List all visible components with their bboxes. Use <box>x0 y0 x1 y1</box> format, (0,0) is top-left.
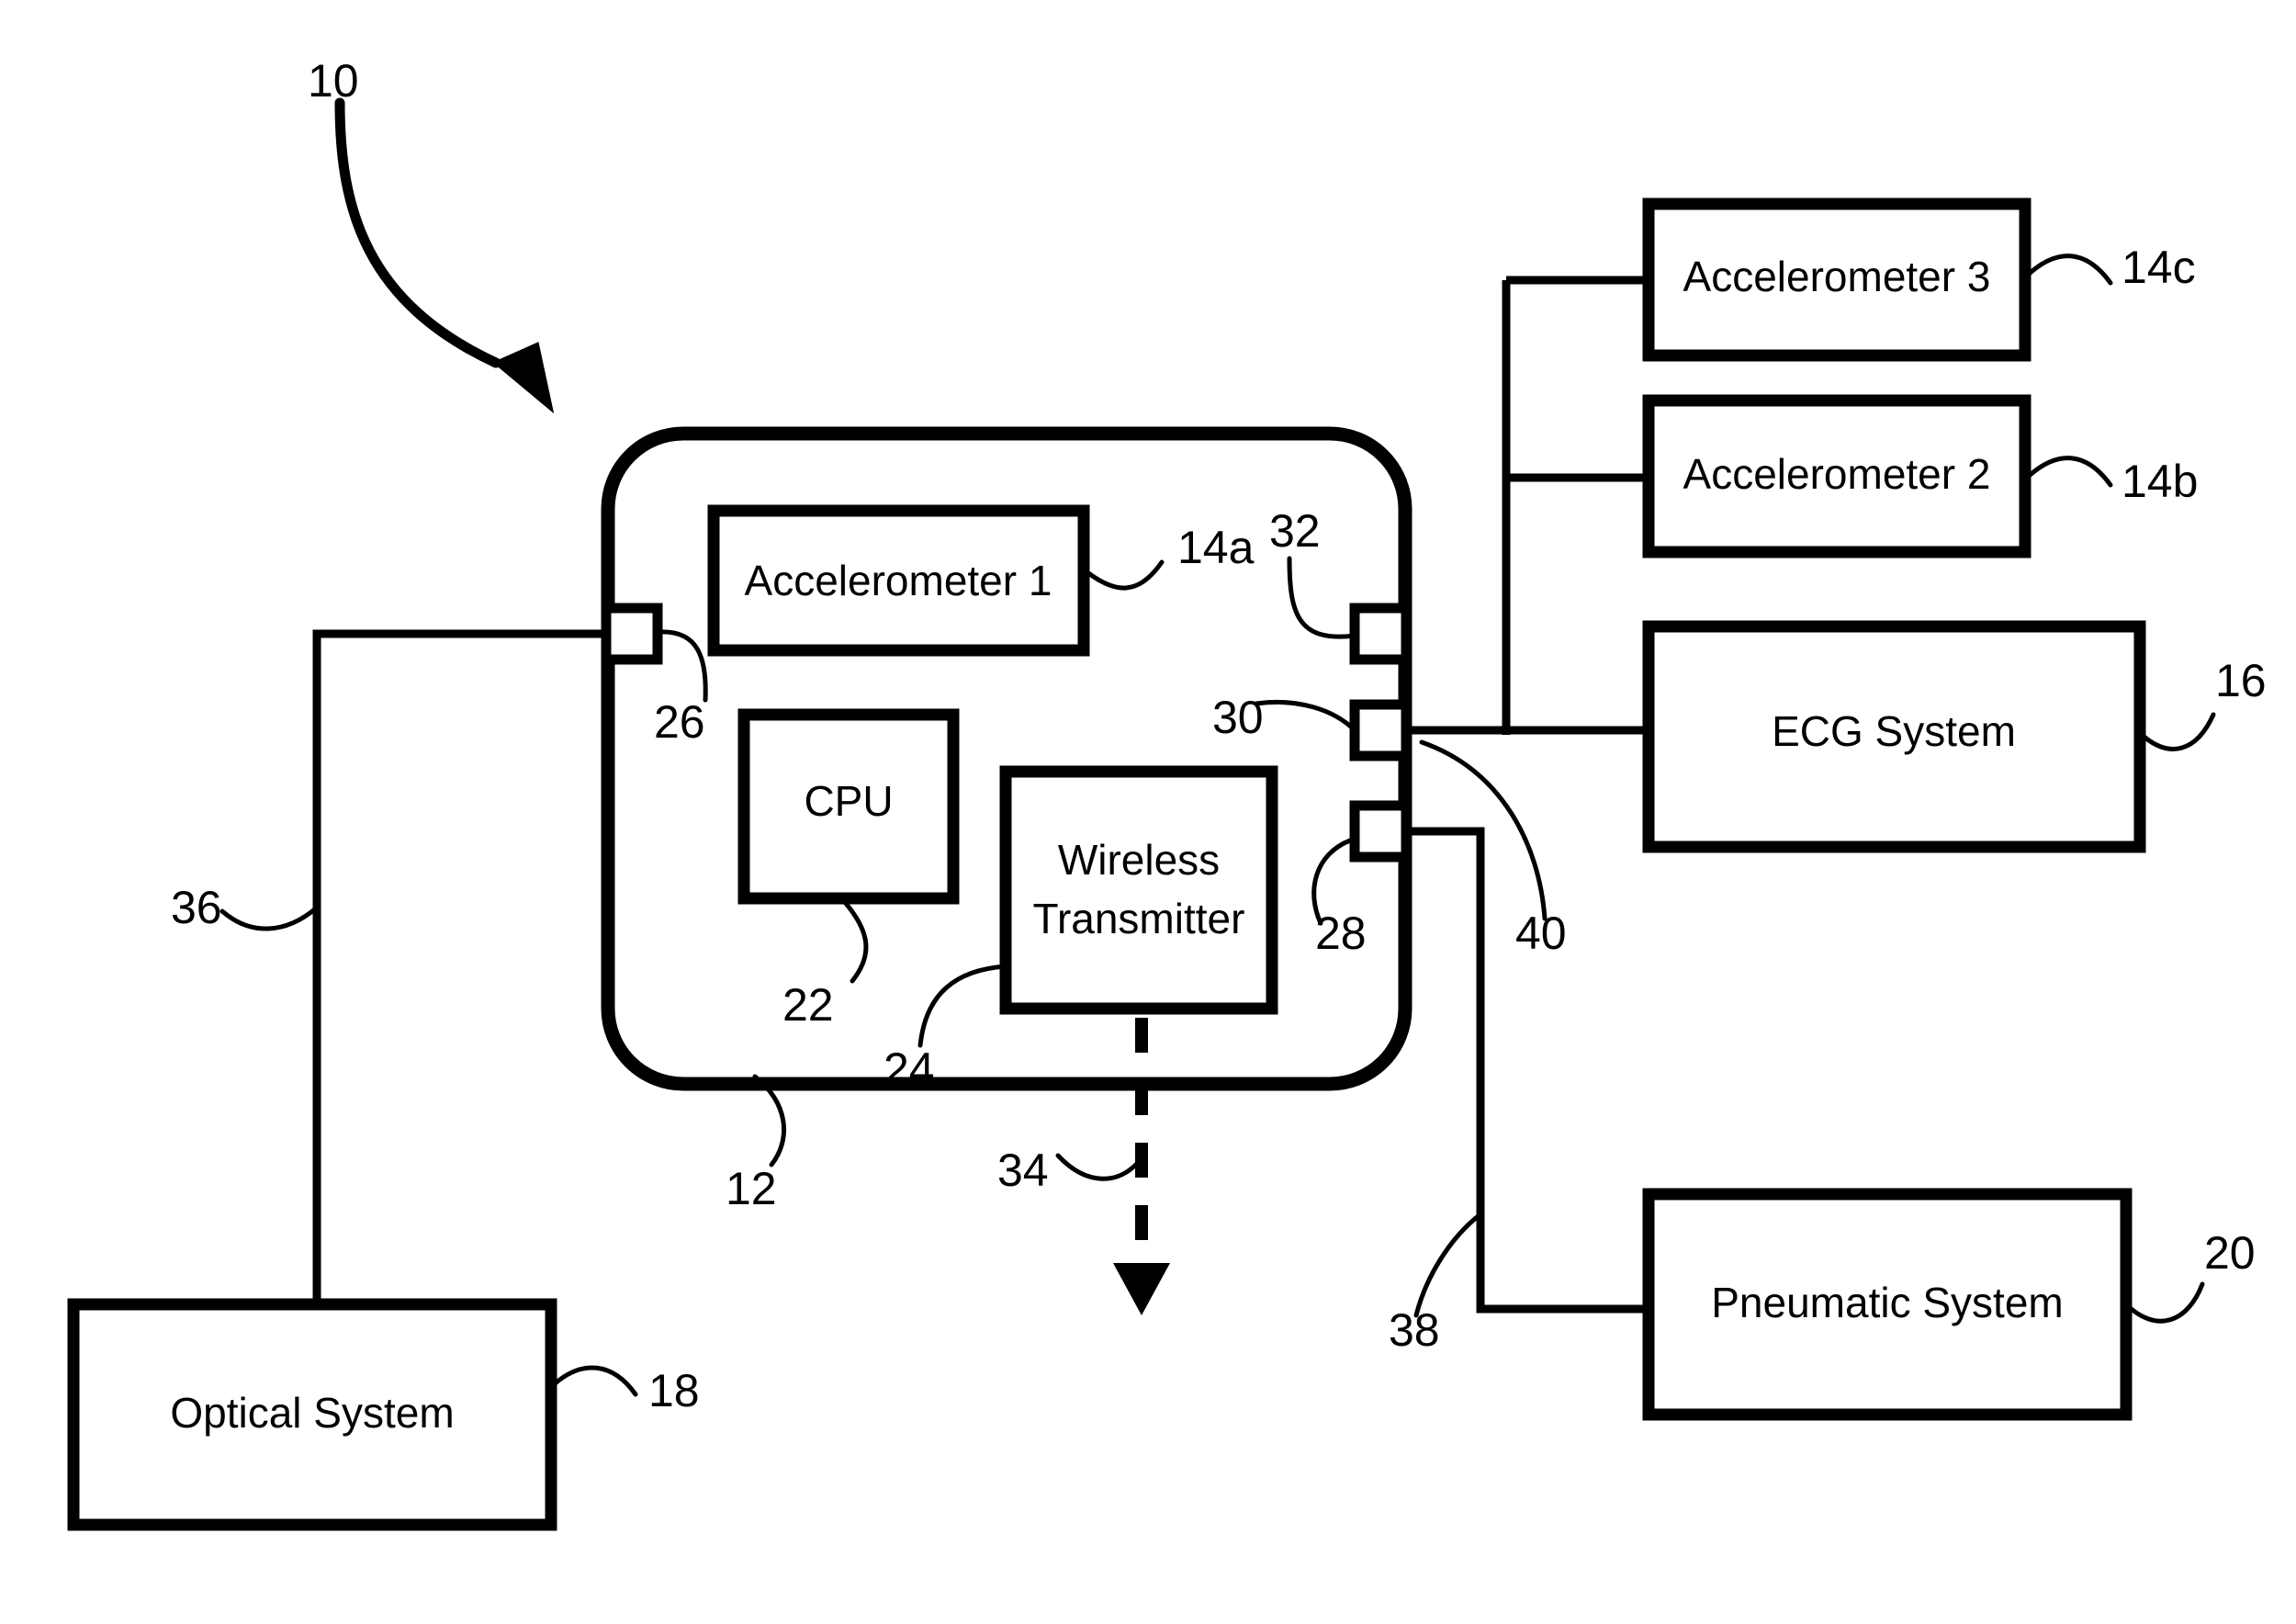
leader-38 <box>1413 1212 1483 1318</box>
leader-14c <box>2022 254 2113 286</box>
ref-label-24: 24 <box>884 1043 935 1095</box>
ref-label-14b: 14b <box>2122 456 2198 507</box>
block-ecg-system-label: ECG System <box>1772 707 2016 755</box>
ref-label-14a: 14a <box>1177 522 1255 573</box>
ref-label-14c: 14c <box>2122 242 2196 293</box>
ref-label-28: 28 <box>1315 908 1367 959</box>
port-30[interactable] <box>1349 699 1412 761</box>
port-28[interactable] <box>1349 800 1412 863</box>
ref-label-18: 18 <box>648 1365 700 1416</box>
block-wireless-transmitter-label-line1: Wireless <box>1058 836 1220 884</box>
ref-label-34: 34 <box>997 1145 1049 1196</box>
system-lead-arrow <box>334 97 555 414</box>
block-wireless-transmitter[interactable] <box>999 765 1278 1015</box>
port-26[interactable] <box>601 603 663 665</box>
port-32[interactable] <box>1349 603 1412 665</box>
diagram-canvas: 10 Accelerometer 1 CPU Wireless Transmit… <box>0 0 2296 1624</box>
ref-label-20: 20 <box>2204 1227 2256 1279</box>
block-accelerometer2-label: Accelerometer 2 <box>1683 450 1991 498</box>
leader-18 <box>548 1365 638 1397</box>
block-pneumatic-system-label: Pneumatic System <box>1711 1279 2063 1326</box>
ref-label-36: 36 <box>171 882 222 933</box>
ref-label-26: 26 <box>654 696 705 748</box>
system-lead-arrowhead <box>492 342 555 414</box>
leader-16 <box>2137 712 2216 751</box>
block-accelerometer3-label: Accelerometer 3 <box>1683 253 1991 300</box>
block-diagram-svg: 10 Accelerometer 1 CPU Wireless Transmit… <box>67 55 2267 1531</box>
ref-label-32: 32 <box>1269 505 1321 557</box>
block-cpu-label: CPU <box>804 777 893 825</box>
ref-label-12: 12 <box>726 1163 777 1214</box>
leader-20 <box>2123 1281 2205 1324</box>
leader-14b <box>2022 456 2113 488</box>
block-optical-system-label: Optical System <box>170 1389 454 1437</box>
block-wireless-transmitter-label-line2: Transmitter <box>1033 895 1245 942</box>
ref-label-16: 16 <box>2215 655 2267 706</box>
system-lead-curve <box>334 97 501 368</box>
wireless-signal-arrowhead <box>1113 1263 1170 1315</box>
ref-label-22: 22 <box>782 979 834 1031</box>
ref-label-38: 38 <box>1389 1304 1440 1356</box>
wire-to-optical-system <box>312 629 602 1304</box>
block-accelerometer1-label: Accelerometer 1 <box>745 557 1052 604</box>
ref-label-40: 40 <box>1515 908 1567 959</box>
leader-34 <box>1055 1153 1143 1181</box>
wire-to-pneumatic-system <box>1382 827 1649 1314</box>
ref-label-30: 30 <box>1212 692 1264 743</box>
ref-label-10: 10 <box>308 55 359 107</box>
leader-36 <box>219 905 320 931</box>
